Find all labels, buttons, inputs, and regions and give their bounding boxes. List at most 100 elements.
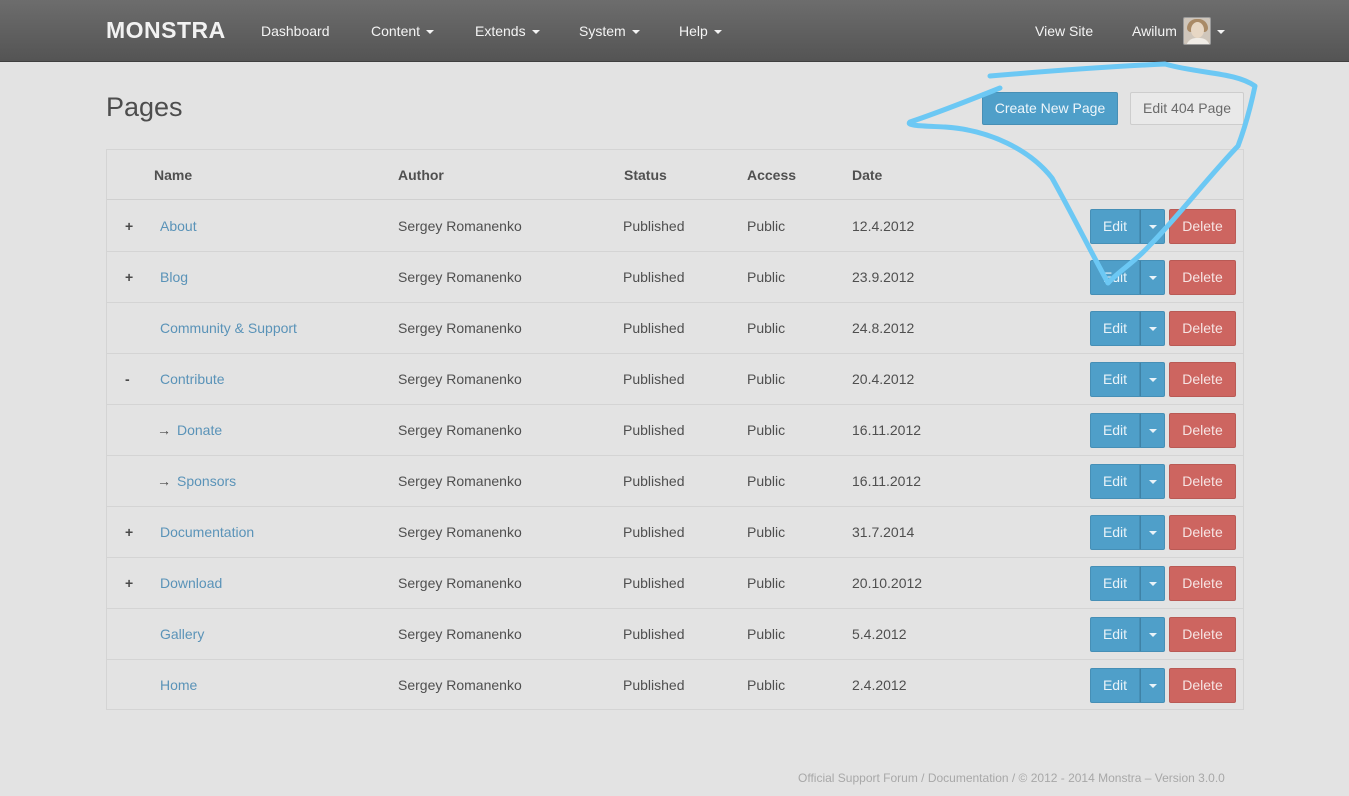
author-cell: Sergey Romanenko (398, 473, 522, 489)
avatar[interactable] (1183, 17, 1211, 45)
page-name-link[interactable]: Home (160, 677, 197, 693)
delete-button[interactable]: Delete (1169, 515, 1236, 550)
edit-button[interactable]: Edit (1090, 311, 1140, 346)
chevron-down-icon (1149, 531, 1157, 535)
edit-button[interactable]: Edit (1090, 413, 1140, 448)
page-name-link[interactable]: Donate (177, 422, 222, 438)
brand-logo[interactable]: MONSTRA (106, 17, 226, 44)
edit-dropdown-toggle[interactable] (1140, 515, 1165, 550)
access-cell: Public (747, 473, 786, 489)
expand-toggle[interactable]: + (125, 218, 133, 234)
author-cell: Sergey Romanenko (398, 422, 522, 438)
page-name-link[interactable]: Contribute (160, 371, 225, 387)
delete-button[interactable]: Delete (1169, 566, 1236, 601)
author-cell: Sergey Romanenko (398, 575, 522, 591)
edit-button[interactable]: Edit (1090, 566, 1140, 601)
page-name-link[interactable]: Documentation (160, 524, 254, 540)
access-cell: Public (747, 575, 786, 591)
access-cell: Public (747, 677, 786, 693)
edit-dropdown-toggle[interactable] (1140, 413, 1165, 448)
view-site-link[interactable]: View Site (1035, 23, 1093, 39)
page-name-link[interactable]: Download (160, 575, 222, 591)
page-title: Pages (106, 92, 183, 122)
author-cell: Sergey Romanenko (398, 269, 522, 285)
nav-help[interactable]: Help (679, 23, 722, 39)
status-cell: Published (623, 371, 685, 387)
expand-toggle[interactable]: - (125, 371, 130, 387)
page-name-link[interactable]: Gallery (160, 626, 204, 642)
delete-button[interactable]: Delete (1169, 413, 1236, 448)
author-cell: Sergey Romanenko (398, 626, 522, 642)
arrow-right-icon: → (157, 422, 171, 438)
status-cell: Published (623, 626, 685, 642)
delete-button[interactable]: Delete (1169, 260, 1236, 295)
edit-button[interactable]: Edit (1090, 617, 1140, 652)
delete-button[interactable]: Delete (1169, 362, 1236, 397)
edit-button[interactable]: Edit (1090, 464, 1140, 499)
edit-button[interactable]: Edit (1090, 209, 1140, 244)
column-header-status: Status (624, 167, 667, 183)
page-name-link[interactable]: Sponsors (177, 473, 236, 489)
edit-button-group: Edit (1090, 413, 1166, 448)
chevron-down-icon[interactable] (1217, 30, 1225, 34)
edit-button[interactable]: Edit (1090, 260, 1140, 295)
chevron-down-icon (1149, 582, 1157, 586)
expand-toggle[interactable]: + (125, 575, 133, 591)
nav-extends[interactable]: Extends (475, 23, 540, 39)
chevron-down-icon (1149, 276, 1157, 280)
edit-404-page-button[interactable]: Edit 404 Page (1130, 92, 1244, 125)
edit-dropdown-toggle[interactable] (1140, 668, 1165, 703)
chevron-down-icon (1149, 684, 1157, 688)
delete-button[interactable]: Delete (1169, 311, 1236, 346)
status-cell: Published (623, 320, 685, 336)
chevron-down-icon (1149, 378, 1157, 382)
expand-toggle[interactable]: + (125, 524, 133, 540)
edit-dropdown-toggle[interactable] (1140, 566, 1165, 601)
table-row: → Donate Sergey Romanenko Published Public 16… (107, 405, 1243, 456)
edit-dropdown-toggle[interactable] (1140, 260, 1165, 295)
table-row: + Download Sergey Romanenko Published Public… (107, 558, 1243, 609)
page-name-link[interactable]: Community & Support (160, 320, 297, 336)
delete-button[interactable]: Delete (1169, 209, 1236, 244)
delete-button[interactable]: Delete (1169, 617, 1236, 652)
chevron-down-icon (531, 30, 540, 35)
edit-button-group: Edit (1090, 464, 1166, 499)
arrow-right-icon: → (157, 473, 171, 489)
user-menu[interactable]: Awilum (1132, 23, 1177, 39)
page-name-cell: Documentation (154, 524, 254, 540)
status-cell: Published (623, 524, 685, 540)
expand-toggle[interactable]: + (125, 269, 133, 285)
page-name-cell: Home (154, 677, 197, 693)
date-cell: 5.4.2012 (852, 626, 907, 642)
date-cell: 24.8.2012 (852, 320, 915, 336)
access-cell: Public (747, 320, 786, 336)
edit-dropdown-toggle[interactable] (1140, 362, 1165, 397)
edit-button[interactable]: Edit (1090, 515, 1140, 550)
date-cell: 20.4.2012 (852, 371, 915, 387)
nav-content[interactable]: Content (371, 23, 435, 39)
nav-dashboard[interactable]: Dashboard (261, 23, 330, 39)
create-new-page-button[interactable]: Create New Page (982, 92, 1118, 125)
author-cell: Sergey Romanenko (398, 371, 522, 387)
edit-dropdown-toggle[interactable] (1140, 209, 1165, 244)
edit-button-group: Edit (1090, 209, 1166, 244)
table-row: + About Sergey Romanenko Published Public 12.… (107, 201, 1243, 252)
page-name-cell: About (154, 218, 197, 234)
delete-button[interactable]: Delete (1169, 668, 1236, 703)
author-cell: Sergey Romanenko (398, 524, 522, 540)
edit-dropdown-toggle[interactable] (1140, 617, 1165, 652)
page-name-link[interactable]: Blog (160, 269, 188, 285)
access-cell: Public (747, 524, 786, 540)
edit-dropdown-toggle[interactable] (1140, 311, 1165, 346)
date-cell: 20.10.2012 (852, 575, 923, 591)
edit-dropdown-toggle[interactable] (1140, 464, 1165, 499)
page-name-link[interactable]: About (160, 218, 197, 234)
edit-button[interactable]: Edit (1090, 362, 1140, 397)
author-cell: Sergey Romanenko (398, 218, 522, 234)
edit-button[interactable]: Edit (1090, 668, 1140, 703)
date-cell: 31.7.2014 (852, 524, 915, 540)
date-cell: 16.11.2012 (852, 422, 922, 438)
delete-button[interactable]: Delete (1169, 464, 1236, 499)
author-cell: Sergey Romanenko (398, 677, 522, 693)
nav-system[interactable]: System (579, 23, 640, 39)
